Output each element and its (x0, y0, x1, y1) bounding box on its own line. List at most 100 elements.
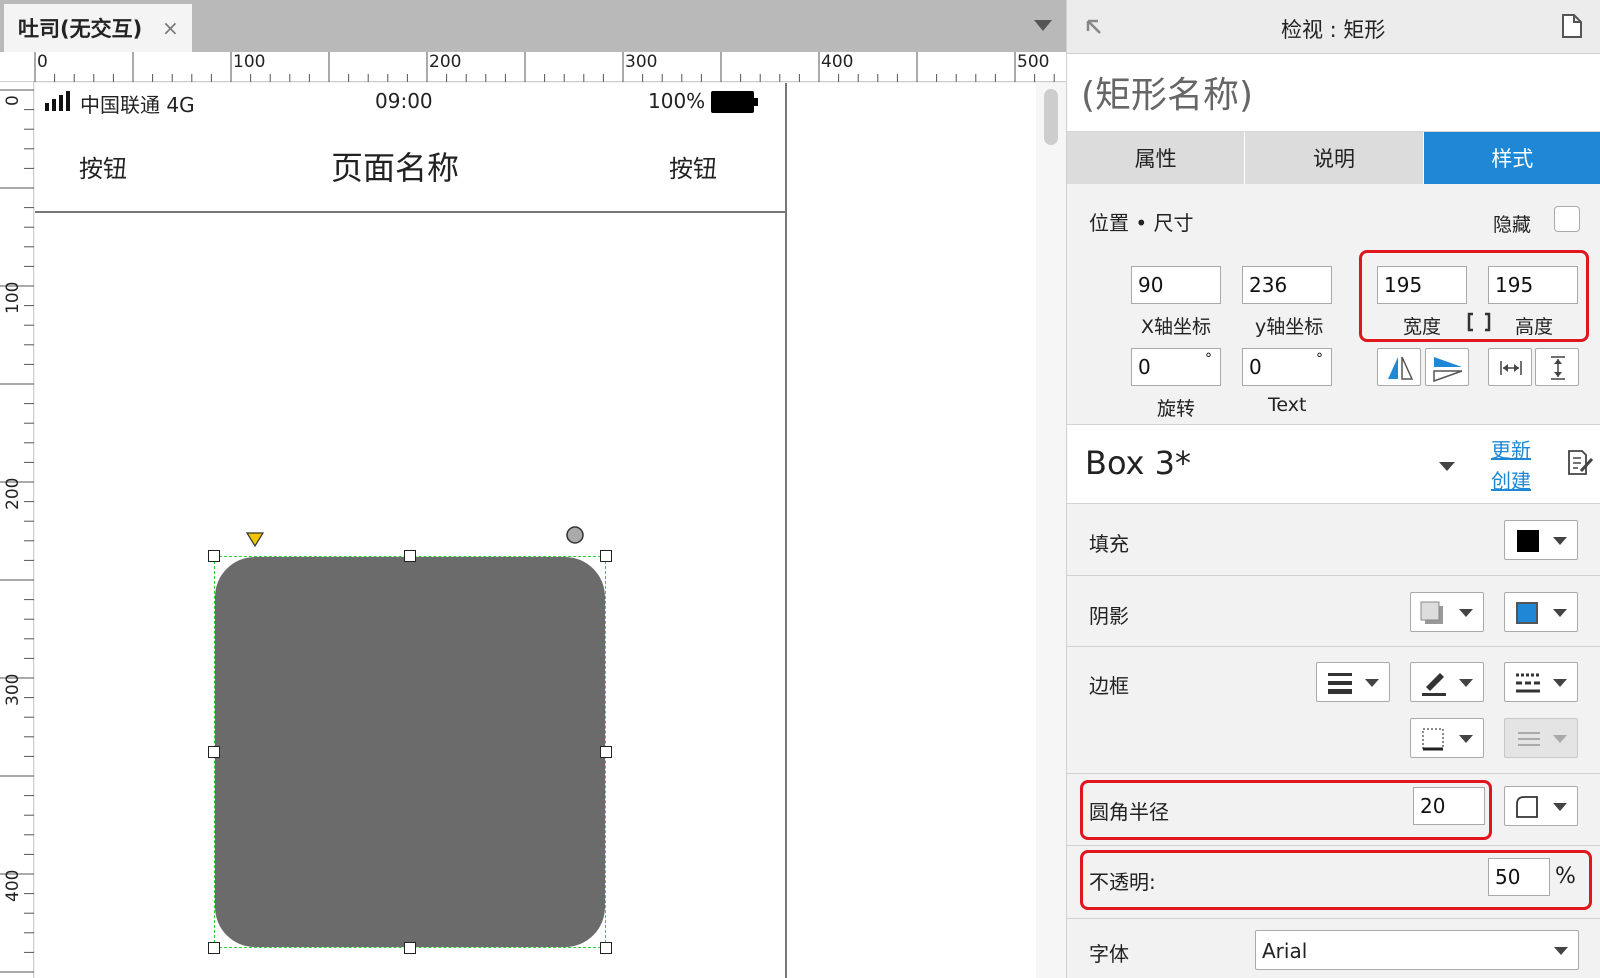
pen-icon (1422, 673, 1446, 696)
edit-style-icon[interactable] (1566, 449, 1594, 477)
opacity-highlight-box (1080, 850, 1592, 910)
border-color-dropdown[interactable] (1410, 662, 1484, 702)
rotation-label: 旋转 (1157, 398, 1196, 420)
fit-width-button[interactable] (1488, 348, 1532, 386)
tab-style[interactable]: 样式 (1423, 132, 1600, 184)
tab-list-dropdown-icon[interactable] (1034, 20, 1052, 31)
hidden-checkbox[interactable] (1554, 206, 1580, 232)
rounded-corner-icon (1516, 796, 1538, 818)
chevron-down-icon (1553, 537, 1567, 545)
fit-height-icon (1551, 356, 1565, 380)
resize-handle-bottom-left[interactable] (208, 942, 220, 954)
resize-handle-bottom[interactable] (404, 942, 416, 954)
chevron-down-icon (1553, 735, 1567, 743)
flip-horizontal-button[interactable] (1377, 348, 1421, 386)
text-rotation-input[interactable]: 0 ° (1242, 348, 1332, 386)
document-tab[interactable]: 吐司(无交互) × (4, 4, 192, 52)
resize-handle-top-right[interactable] (600, 550, 612, 562)
rotation-value: 0 (1138, 355, 1151, 379)
border-visibility-dropdown[interactable] (1410, 718, 1484, 758)
resize-handle-right[interactable] (600, 746, 612, 758)
v-ruler-label: 200 (3, 478, 23, 510)
text-rotation-label: Text (1268, 394, 1307, 416)
scrollbar-thumb[interactable] (1044, 89, 1058, 145)
arrow-style-icon (1518, 732, 1540, 746)
signal-icon (45, 91, 70, 111)
x-coordinate-input[interactable]: 90 (1131, 266, 1221, 304)
position-size-heading: 位置 • 尺寸 (1089, 211, 1194, 235)
update-style-link[interactable]: 更新 (1491, 434, 1531, 463)
h-ruler-label: 300 (625, 52, 657, 72)
create-style-link[interactable]: 创建 (1491, 465, 1531, 494)
canvas-area: 吐司(无交互) × 0 100 200 300 400 500 0 100 20… (0, 0, 1066, 978)
battery-icon (711, 91, 758, 113)
border-style-icon (1516, 673, 1540, 693)
tab-notes[interactable]: 说明 (1245, 132, 1424, 184)
outer-shadow-icon (1420, 601, 1443, 624)
carrier-label: 中国联通 4G (80, 93, 195, 117)
flip-horizontal-icon (1388, 356, 1414, 380)
divider (1067, 646, 1600, 647)
vertical-ruler: 0 100 200 300 400 (0, 82, 34, 978)
resize-handle-bottom-right[interactable] (600, 942, 612, 954)
chevron-down-icon (1459, 679, 1473, 687)
corner-visibility-dropdown[interactable] (1504, 786, 1578, 826)
nav-title: 页面名称 (331, 149, 460, 187)
fill-color-dropdown[interactable] (1504, 520, 1578, 560)
divider (1067, 918, 1600, 919)
divider (1067, 575, 1600, 576)
outer-shadow-dropdown[interactable] (1410, 592, 1484, 632)
tab-properties[interactable]: 属性 (1067, 132, 1246, 184)
degree-symbol: ° (1316, 351, 1323, 367)
font-family-value: Arial (1262, 939, 1308, 963)
shadow-label: 阴影 (1089, 604, 1129, 628)
arrow-style-dropdown[interactable] (1504, 718, 1578, 758)
nav-right-button[interactable]: 按钮 (669, 149, 717, 184)
collapse-arrow-icon[interactable] (1085, 18, 1103, 36)
inner-shadow-dropdown[interactable] (1504, 592, 1578, 632)
nav-bar: 按钮 页面名称 按钮 (35, 121, 787, 213)
canvas-vertical-scrollbar[interactable] (1036, 83, 1066, 978)
status-bar: 中国联通 4G 09:00 100% (35, 83, 787, 121)
hidden-label: 隐藏 (1493, 214, 1532, 236)
h-ruler-label: 0 (37, 52, 48, 72)
resize-handle-top[interactable] (404, 550, 416, 562)
flip-vertical-button[interactable] (1425, 348, 1469, 386)
v-ruler-label: 0 (3, 95, 23, 106)
y-coordinate-input[interactable]: 236 (1242, 266, 1332, 304)
style-preset-name[interactable]: Box 3* (1085, 444, 1191, 482)
document-tab-title: 吐司(无交互) (18, 17, 143, 41)
h-ruler-label: 400 (821, 52, 853, 72)
border-style-dropdown[interactable] (1504, 662, 1578, 702)
inspector-tabs: 属性 说明 样式 (1067, 132, 1600, 184)
chevron-down-icon (1554, 947, 1568, 955)
v-ruler-label: 300 (3, 674, 23, 706)
fit-height-button[interactable] (1535, 348, 1579, 386)
chevron-down-icon (1459, 735, 1473, 743)
style-preset-dropdown-icon[interactable] (1439, 462, 1455, 471)
nav-left-button[interactable]: 按钮 (79, 149, 127, 184)
font-label: 字体 (1089, 942, 1129, 966)
rotation-input[interactable]: 0 ° (1131, 348, 1221, 386)
fit-width-icon (1500, 361, 1522, 375)
degree-symbol: ° (1205, 351, 1212, 367)
border-sides-icon (1422, 728, 1444, 751)
close-tab-icon[interactable]: × (162, 16, 179, 40)
inspector-panel: 检视 : 矩形 (矩形名称) 属性 说明 样式 位置 • 尺寸 隐藏 90 X轴… (1066, 0, 1600, 978)
shape-name-placeholder: (矩形名称) (1081, 75, 1254, 116)
x-coordinate-label: X轴坐标 (1141, 316, 1212, 338)
fill-color-swatch (1517, 530, 1539, 552)
border-thickness-dropdown[interactable] (1316, 662, 1390, 702)
shape-name-field[interactable]: (矩形名称) (1067, 54, 1600, 132)
resize-handle-top-left[interactable] (208, 550, 220, 562)
horizontal-ruler-ticks: 0 100 200 300 400 500 (34, 52, 1055, 82)
inspector-title: 检视 : 矩形 (1281, 18, 1386, 42)
page-icon[interactable] (1561, 13, 1583, 39)
font-family-dropdown[interactable]: Arial (1255, 930, 1579, 970)
horizontal-ruler: 0 100 200 300 400 500 (0, 52, 1066, 82)
chevron-down-icon (1365, 679, 1379, 687)
resize-handle-left[interactable] (208, 746, 220, 758)
vertical-ruler-ticks: 0 100 200 300 400 (0, 89, 34, 973)
rotate-handle-icon[interactable] (565, 525, 585, 545)
corner-radius-handle-icon[interactable] (246, 532, 264, 548)
